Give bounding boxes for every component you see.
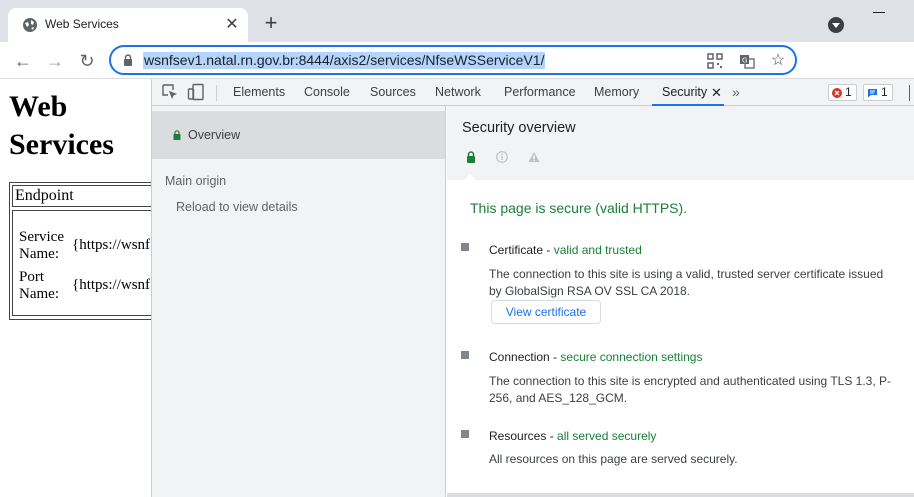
sidebar-item-label: Overview — [188, 128, 241, 142]
lock-icon — [124, 54, 132, 66]
warning-icon — [528, 152, 540, 162]
devtools-panel: Elements Console Sources Network Perform… — [151, 79, 914, 497]
tab-console[interactable]: Console — [304, 79, 350, 106]
separator: - — [549, 350, 561, 364]
service-name-value: {https://wsnf — [72, 237, 151, 253]
tab-network[interactable]: Network — [435, 79, 481, 106]
resources-status: all served securely — [557, 429, 657, 443]
forward-button[interactable]: → — [44, 50, 66, 72]
tab-close-icon[interactable]: ✕ — [222, 15, 242, 35]
message-count: 1 — [881, 85, 888, 99]
bullet-marker — [461, 430, 469, 438]
error-icon — [832, 87, 842, 98]
horizontal-scrollbar[interactable] — [447, 493, 914, 497]
error-count-badge[interactable]: 1 — [828, 84, 857, 101]
info-icon — [496, 151, 508, 163]
toolbar-divider — [909, 85, 910, 101]
web-page: Web Services Endpoint Service Name: {htt… — [0, 79, 151, 497]
security-summary-header: Security overview — [447, 106, 914, 180]
address-bar[interactable]: wsnfsev1.natal.rn.gov.br:8444/axis2/serv… — [109, 45, 797, 75]
port-name-label: Port Name: — [19, 269, 59, 302]
certificate-status: valid and trusted — [553, 243, 642, 257]
certificate-title: Certificate — [489, 243, 544, 257]
tab-title: Web Services — [45, 17, 119, 31]
inspect-element-icon[interactable] — [161, 83, 179, 101]
more-tabs-icon[interactable]: » — [732, 79, 740, 105]
close-tab-icon[interactable]: ✕ — [711, 79, 722, 106]
minimize-window-icon[interactable] — [873, 12, 885, 13]
certificate-heading: Certificate - valid and trusted — [489, 243, 642, 257]
url-text[interactable]: wsnfsev1.natal.rn.gov.br:8444/axis2/serv… — [143, 52, 546, 69]
error-count: 1 — [845, 85, 852, 99]
security-status: This page is secure (valid HTTPS). — [470, 200, 688, 216]
service-name-label: Service Name: — [19, 229, 64, 262]
back-button[interactable]: ← — [12, 50, 34, 72]
connection-title: Connection — [489, 350, 550, 364]
browser-toolbar: ← → ↻ wsnfsev1.natal.rn.gov.br:8444/axis… — [0, 42, 914, 79]
message-count-badge[interactable]: 1 — [863, 84, 893, 101]
translate-icon[interactable]: G — [739, 53, 755, 69]
tab-sources[interactable]: Sources — [370, 79, 416, 106]
resources-heading: Resources - all served securely — [489, 429, 656, 443]
main-origin-heading: Main origin — [165, 174, 227, 188]
browser-tab[interactable]: Web Services ✕ — [8, 8, 248, 42]
device-toolbar-icon[interactable] — [187, 83, 205, 101]
tab-strip: Web Services ✕ + — [0, 0, 914, 42]
bullet-marker — [461, 243, 469, 251]
sidebar-item-overview[interactable]: Overview — [152, 111, 445, 159]
page-title: Web Services — [9, 90, 114, 161]
secure-lock-icon — [467, 151, 475, 163]
separator: - — [546, 429, 558, 443]
tab-performance[interactable]: Performance — [504, 79, 576, 106]
security-sidebar: Overview Main origin Reload to view deta… — [152, 106, 446, 497]
tab-search-icon[interactable] — [828, 17, 844, 33]
globe-icon — [23, 18, 37, 32]
bookmark-star-icon[interactable]: ☆ — [770, 53, 786, 69]
reload-hint: Reload to view details — [176, 200, 298, 214]
security-overview-panel: Security overview This page is secure (v… — [447, 106, 914, 497]
tab-memory[interactable]: Memory — [594, 79, 639, 106]
security-overview-title: Security overview — [462, 120, 576, 136]
table-header: Endpoint — [12, 185, 151, 207]
toolbar-divider — [216, 85, 217, 101]
separator: - — [543, 243, 554, 257]
certificate-description: The connection to this site is using a v… — [489, 267, 884, 298]
tab-elements[interactable]: Elements — [233, 79, 285, 106]
resources-title: Resources — [489, 429, 547, 443]
table-body: Service Name: {https://wsnf Port Name: {… — [12, 210, 151, 316]
devtools-tab-bar: Elements Console Sources Network Perform… — [152, 79, 914, 106]
svg-text:G: G — [742, 57, 747, 65]
bullet-marker — [461, 351, 469, 359]
qr-code-icon[interactable] — [707, 53, 723, 69]
connection-status: secure connection settings — [560, 350, 703, 364]
summary-pointer — [464, 174, 476, 180]
reload-button[interactable]: ↻ — [76, 50, 98, 72]
connection-heading: Connection - secure connection settings — [489, 350, 702, 364]
new-tab-button[interactable]: + — [260, 12, 282, 35]
connection-description: The connection to this site is encrypted… — [489, 374, 892, 405]
view-certificate-button[interactable]: View certificate — [491, 300, 601, 324]
endpoint-table: Endpoint Service Name: {https://wsnf Por… — [9, 182, 151, 320]
resources-description: All resources on this page are served se… — [489, 452, 738, 466]
message-icon — [868, 88, 877, 98]
secure-lock-icon — [173, 130, 181, 140]
port-name-value: {https://wsnf — [72, 277, 151, 293]
